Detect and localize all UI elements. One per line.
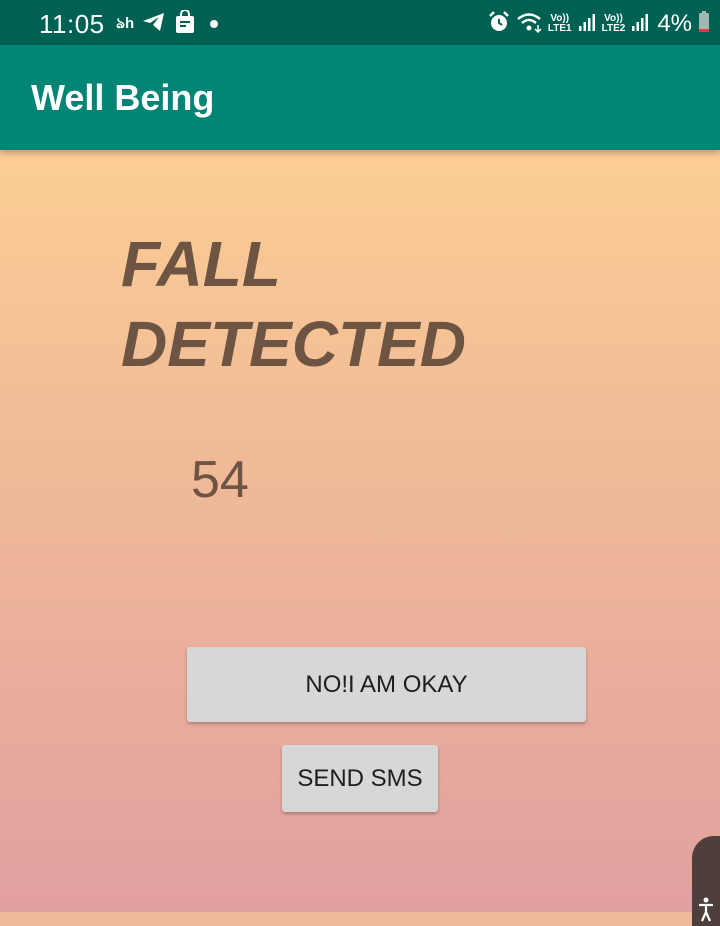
notification-icons: ঌh (116, 8, 219, 39)
sim2-signal-icon (631, 12, 649, 37)
send-sms-button[interactable]: SEND SMS (282, 745, 438, 812)
sim1-signal-icon (578, 12, 596, 37)
app-bar: Well Being (0, 45, 720, 150)
status-indicators: Vo)) LTE1 Vo)) LTE2 4% (488, 10, 710, 38)
i-am-okay-button[interactable]: NO!I AM OKAY (187, 647, 586, 722)
alarm-icon (488, 10, 510, 38)
heading-line-2: DETECTED (121, 308, 466, 380)
sim1-volte-label: Vo)) LTE1 (547, 13, 572, 34)
countdown-timer: 54 (191, 451, 249, 509)
telegram-icon (142, 11, 166, 38)
shopping-bag-icon (174, 8, 196, 39)
wifi-icon (516, 11, 542, 38)
more-notifications-dot (210, 20, 219, 28)
accessibility-icon (699, 897, 713, 922)
heading-line-1: FALL (121, 228, 281, 300)
app-title: Well Being (31, 77, 215, 118)
battery-percent: 4% (657, 10, 692, 37)
status-time: 11:05 (39, 9, 105, 39)
status-bar: 11:05 ঌh Vo)) LTE1 Vo)) LTE2 4% (0, 0, 720, 45)
accessibility-menu-handle[interactable] (692, 836, 720, 926)
battery-icon (698, 10, 710, 38)
bengali-keyboard-icon: ঌh (116, 14, 135, 32)
fall-alert-screen: FALL DETECTED 54 NO!I AM OKAY SEND SMS (0, 150, 720, 926)
fall-detected-heading: FALL DETECTED (121, 224, 541, 384)
sim2-volte-label: Vo)) LTE2 (601, 13, 626, 34)
